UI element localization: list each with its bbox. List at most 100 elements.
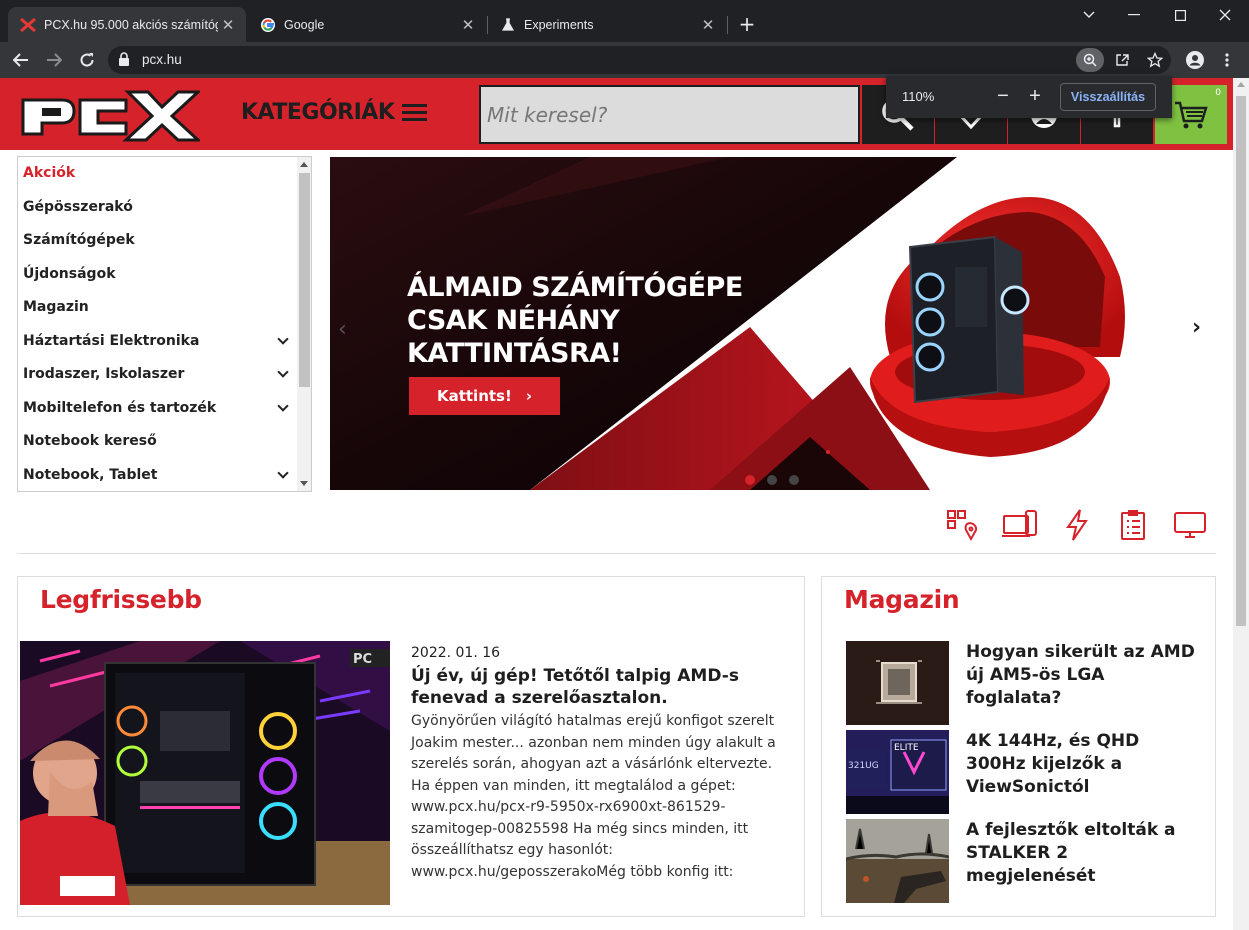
promo-banner[interactable]: ÁLMAID SZÁMÍTÓGÉPE CSAK NÉHÁNY KATTINTÁS…	[330, 157, 1218, 490]
category-item[interactable]: Háztartási Elektronika	[23, 330, 293, 352]
category-item[interactable]: Magazin	[23, 296, 293, 318]
svg-text:ELITE: ELITE	[894, 743, 919, 753]
monitor-icon[interactable]	[1172, 508, 1208, 542]
zoom-reset-button[interactable]: Visszaállítás	[1060, 83, 1156, 111]
slide-dot[interactable]	[745, 475, 755, 485]
minimize-icon[interactable]	[1122, 6, 1146, 24]
back-arrow-icon[interactable]	[9, 48, 33, 72]
zoom-popup: 110% − + Visszaállítás	[886, 76, 1172, 118]
profile-avatar-icon[interactable]	[1184, 49, 1206, 71]
shopping-cart-icon	[1175, 101, 1208, 128]
category-item[interactable]: Irodaszer, Iskolaszer	[23, 363, 293, 385]
tab-google[interactable]: Google ✕	[248, 7, 486, 42]
more-menu-icon[interactable]	[1216, 49, 1238, 71]
category-label: Számítógépek	[23, 232, 135, 248]
tab-experiments[interactable]: Experiments ✕	[488, 7, 726, 42]
tab-separator	[727, 16, 728, 34]
svg-text:321UG: 321UG	[848, 761, 879, 771]
maximize-icon[interactable]	[1168, 6, 1192, 24]
chevron-down-icon[interactable]	[277, 366, 289, 378]
svg-text:PC: PC	[353, 652, 372, 667]
article-date: 2022. 01. 16	[411, 645, 501, 661]
cart-count: 0	[1215, 88, 1221, 98]
close-window-icon[interactable]	[1213, 6, 1237, 24]
tab-search-icon[interactable]	[1077, 6, 1101, 24]
category-label: Újdonságok	[23, 265, 116, 282]
flash-icon[interactable]	[1059, 508, 1095, 542]
checklist-icon[interactable]	[1115, 508, 1151, 542]
scroll-thumb[interactable]	[299, 173, 310, 387]
category-label: Magazin	[23, 299, 89, 315]
address-bar[interactable]: pcx.hu	[108, 46, 1171, 74]
latest-heading: Legfrissebb	[40, 585, 202, 614]
flask-icon	[500, 17, 516, 33]
category-item[interactable]: Akciók	[23, 162, 293, 184]
banner-prev-arrow-icon[interactable]: ‹	[338, 317, 347, 342]
tab-close-icon[interactable]: ✕	[458, 15, 478, 35]
search-box[interactable]	[479, 85, 860, 144]
category-label: Gépösszerakó	[23, 198, 133, 215]
categories-label: KATEGÓRIÁK	[241, 100, 395, 125]
banner-cta-button[interactable]: Kattints! ›	[409, 377, 560, 415]
category-scrollbar[interactable]	[297, 157, 311, 491]
share-icon[interactable]	[1111, 50, 1133, 70]
category-item[interactable]: Számítógépek	[23, 229, 293, 251]
reload-icon[interactable]	[75, 48, 99, 72]
zoom-level: 110%	[902, 89, 935, 104]
banner-next-arrow-icon[interactable]: ›	[1192, 315, 1201, 340]
forward-arrow-icon[interactable]	[42, 48, 66, 72]
category-label: Notebook, Tablet	[23, 466, 158, 483]
scroll-up-icon[interactable]	[1237, 82, 1245, 87]
magazine-item-title[interactable]: A fejlesztők eltolták a STALKER 2 megjel…	[966, 819, 1196, 888]
chevron-down-icon[interactable]	[277, 466, 289, 479]
search-input[interactable]	[481, 87, 858, 142]
magazine-item-title[interactable]: 4K 144Hz, és QHD 300Hz kijelzők a ViewSo…	[966, 730, 1196, 799]
tab-pcx[interactable]: PCX.hu 95.000 akciós számítógép ✕	[8, 7, 246, 42]
tab-close-icon[interactable]: ✕	[218, 15, 238, 35]
scroll-up-icon[interactable]	[300, 162, 308, 167]
magazine-thumb-stalker[interactable]	[846, 819, 949, 903]
pcx-logo[interactable]	[20, 86, 202, 144]
lock-icon[interactable]	[118, 52, 130, 71]
zoom-icon[interactable]	[1076, 48, 1104, 72]
slide-dot[interactable]	[767, 475, 777, 485]
chevron-right-icon: ›	[525, 387, 533, 405]
magazine-thumb-cpu-socket[interactable]	[846, 641, 949, 725]
scroll-down-icon[interactable]	[300, 481, 308, 486]
chevron-down-icon[interactable]	[277, 399, 289, 412]
headline-line-1: ÁLMAID SZÁMÍTÓGÉPE	[407, 272, 743, 303]
url-text[interactable]: pcx.hu	[142, 52, 182, 67]
category-item[interactable]: Mobiltelefon és tartozék	[23, 397, 293, 419]
magazine-item[interactable]: A fejlesztők eltolták a STALKER 2 megjel…	[846, 819, 1196, 903]
store-locator-icon[interactable]	[944, 508, 980, 542]
browser-tab-bar: PCX.hu 95.000 akciós számítógép ✕ Google…	[0, 0, 1249, 42]
page-scroll-thumb[interactable]	[1236, 96, 1246, 626]
article-title[interactable]: Új év, új gép! Tetőtől talpig AMD-s fene…	[411, 665, 791, 709]
magazine-item-title[interactable]: Hogyan sikerült az AMD új AM5-ös LGA fog…	[966, 641, 1196, 710]
magazine-item[interactable]: Hogyan sikerült az AMD új AM5-ös LGA fog…	[846, 641, 1196, 725]
headline-line-3: KATTINTÁSRA!	[407, 338, 622, 369]
category-label: Notebook kereső	[23, 433, 157, 449]
page-scrollbar[interactable]	[1233, 78, 1249, 930]
category-item[interactable]: Notebook, Tablet	[23, 464, 293, 486]
tab-title: Google	[284, 17, 325, 32]
zoom-out-button[interactable]: −	[992, 85, 1014, 107]
category-item[interactable]: Notebook kereső	[23, 430, 293, 452]
zoom-in-button[interactable]: +	[1024, 85, 1046, 107]
bookmark-star-icon[interactable]	[1144, 50, 1166, 70]
cta-label: Kattints!	[436, 387, 512, 405]
category-item[interactable]: Gépösszerakó	[23, 196, 293, 218]
tab-close-icon[interactable]: ✕	[698, 15, 718, 35]
magazine-item[interactable]: 321UG ELITE 4K 144Hz, és QHD 300Hz kijel…	[846, 730, 1196, 814]
category-label: Mobiltelefon és tartozék	[23, 399, 217, 416]
magazine-panel: Magazin Hogyan sikerült az AMD új AM5-ös…	[821, 576, 1216, 917]
magazine-thumb-monitor[interactable]: 321UG ELITE	[846, 730, 949, 814]
category-item[interactable]: Újdonságok	[23, 263, 293, 285]
new-tab-button[interactable]: +	[737, 12, 757, 36]
hamburger-menu-icon	[402, 104, 428, 121]
slide-dot[interactable]	[789, 475, 799, 485]
featured-article-image[interactable]: PC	[20, 641, 390, 905]
devices-icon[interactable]	[1002, 508, 1038, 542]
chevron-down-icon[interactable]	[277, 332, 289, 345]
categories-menu-button[interactable]: KATEGÓRIÁK	[241, 100, 428, 125]
